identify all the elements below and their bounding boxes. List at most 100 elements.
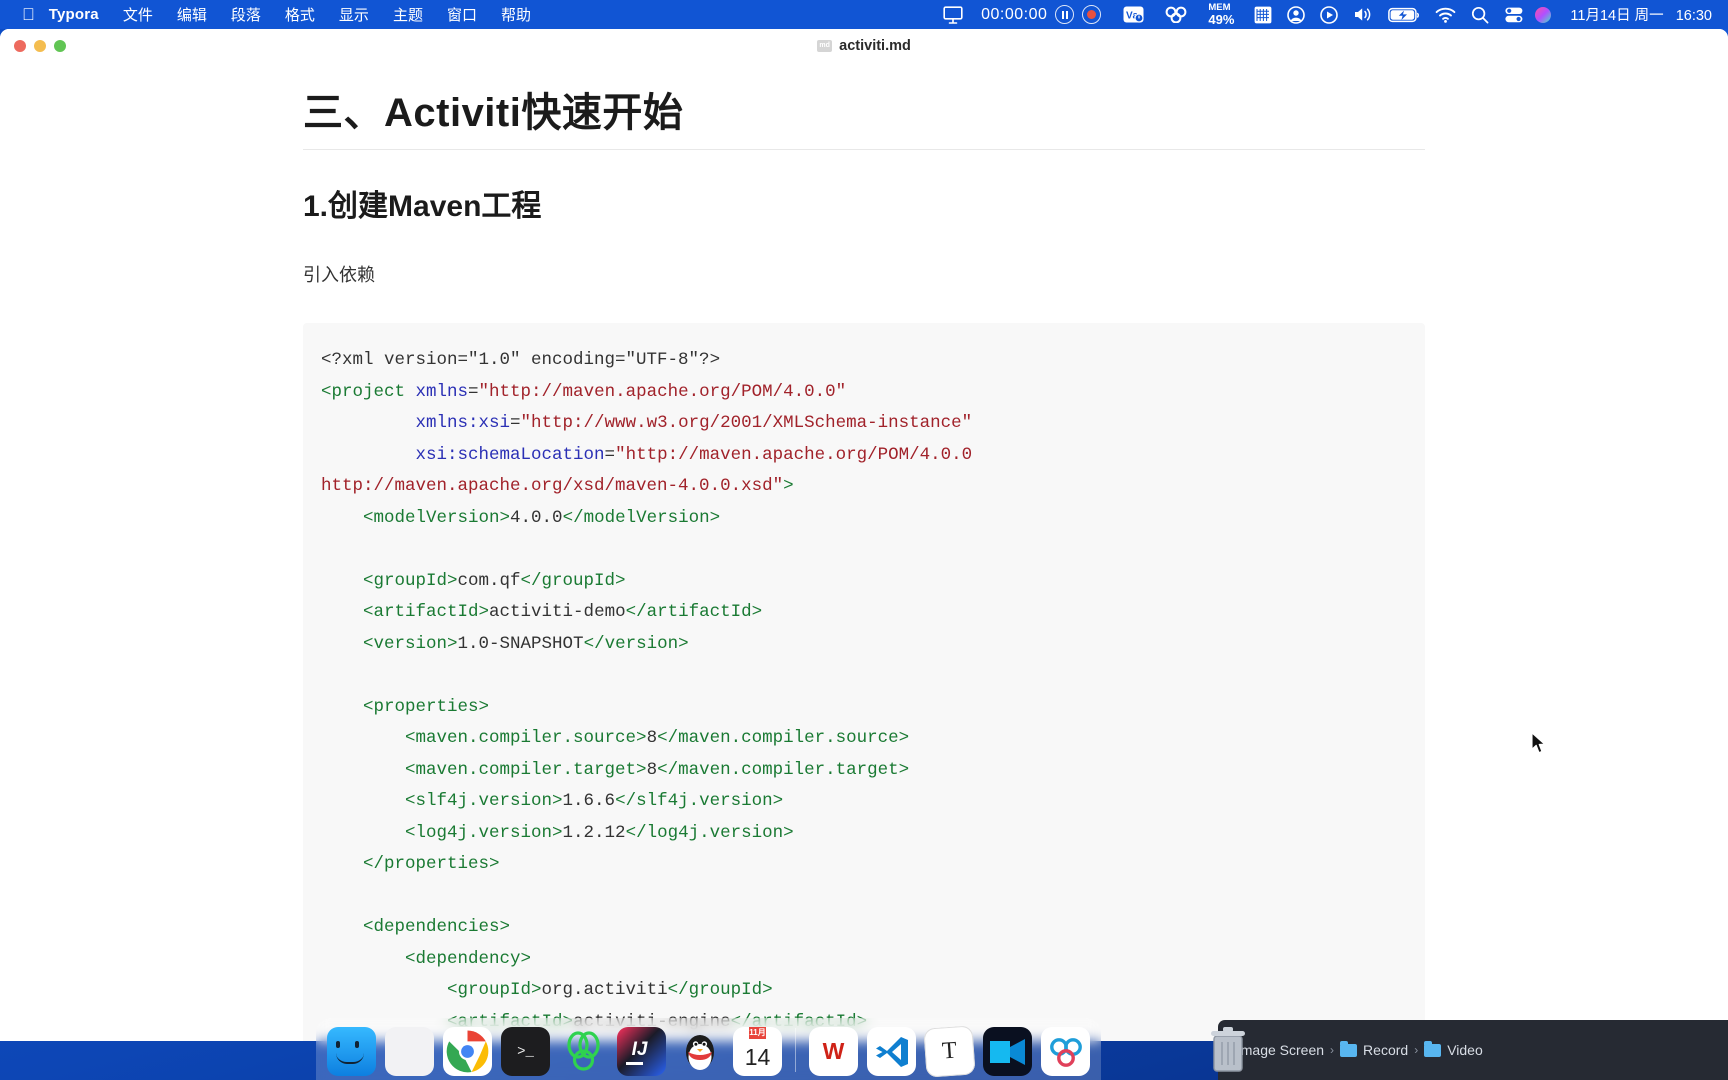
code-token: </maven.compiler.target> — [657, 759, 910, 780]
code-token: </properties> — [363, 854, 500, 874]
code-token: = — [510, 413, 521, 433]
code-token: </modelVersion> — [562, 507, 721, 528]
code-token: <properties> — [363, 696, 490, 717]
code-token: </artifactId> — [625, 602, 763, 622]
menu-item-view[interactable]: 显示 — [339, 4, 369, 25]
code-token: </log4j.version> — [625, 822, 794, 843]
code-token: <groupId> — [363, 570, 458, 591]
code-token: xmlns — [415, 381, 469, 402]
dock-item-chrome[interactable] — [443, 1027, 492, 1076]
memory-value: 49% — [1208, 11, 1235, 27]
breadcrumb-item-1[interactable]: Record — [1363, 1042, 1408, 1058]
menu-item-paragraph[interactable]: 段落 — [231, 4, 261, 25]
control-center-icon[interactable] — [1504, 6, 1524, 24]
vo-app-icon[interactable]: V a — [1123, 6, 1144, 23]
window-titlebar: md activiti.md — [0, 29, 1728, 62]
code-token: "http://maven.apache.org/POM/4.0.0 — [615, 444, 973, 465]
menu-item-help[interactable]: 帮助 — [501, 4, 531, 25]
code-token: <dependency> — [405, 948, 532, 969]
dock-item-finder[interactable] — [327, 1027, 376, 1076]
code-token: xmlns:xsi — [415, 413, 511, 433]
menu-item-format[interactable]: 格式 — [285, 4, 315, 25]
menu-item-window[interactable]: 窗口 — [447, 4, 477, 25]
breadcrumb: Filmage Screen › Record › Video — [1226, 1040, 1483, 1058]
code-token: <slf4j.version> — [405, 791, 563, 811]
code-token: com.qf — [457, 570, 521, 591]
code-token: <maven.compiler.source> — [405, 728, 647, 748]
code-token: <artifactId> — [363, 602, 490, 622]
dock-item-calendar[interactable]: 11月 14 — [733, 1027, 782, 1076]
code-token: <version> — [363, 633, 458, 654]
code-token: </groupId> — [667, 980, 773, 1000]
mouse-pointer-icon — [1531, 732, 1546, 754]
trash-icon[interactable] — [1206, 1024, 1250, 1076]
dock-item-navicat[interactable] — [559, 1027, 608, 1076]
user-account-icon[interactable] — [1287, 5, 1306, 24]
finder-window-strip[interactable]: Filmage Screen › Record › Video — [1218, 1020, 1728, 1080]
menu-time: 16:30 — [1675, 8, 1712, 24]
code-token: </groupId> — [520, 570, 626, 591]
menu-bar:  Typora 文件 编辑 段落 格式 显示 主题 窗口 帮助 00:00:0… — [0, 0, 1728, 29]
record-button-icon[interactable] — [1082, 5, 1102, 24]
code-token: </version> — [583, 633, 689, 654]
dock-item-typora[interactable]: T — [923, 1025, 976, 1078]
breadcrumb-item-2[interactable]: Video — [1447, 1042, 1483, 1058]
code-token: "http://maven.apache.org/POM/4.0.0" — [478, 381, 847, 402]
code-token: <modelVersion> — [363, 507, 511, 528]
volume-icon[interactable] — [1353, 6, 1373, 23]
memory-indicator[interactable]: MEM 49% — [1208, 2, 1235, 27]
menu-date: 11月14日 周一 — [1570, 8, 1664, 24]
calendar-month: 11月 — [749, 1027, 766, 1039]
pause-button-icon[interactable] — [1055, 5, 1075, 24]
document-title: md activiti.md — [817, 38, 911, 54]
code-block-xml[interactable]: <?xml version="1.0" encoding="UTF-8"?> <… — [303, 323, 1425, 1041]
spotlight-search-icon[interactable] — [1471, 6, 1489, 24]
code-token: <log4j.version> — [405, 822, 563, 843]
dock-item-app-extra[interactable] — [1041, 1027, 1090, 1076]
menu-item-theme[interactable]: 主题 — [393, 4, 423, 25]
code-token: 1.0-SNAPSHOT — [457, 633, 584, 654]
dock-item-qq[interactable] — [675, 1027, 724, 1076]
dock-item-wps[interactable]: W — [809, 1027, 858, 1076]
folder-icon — [1424, 1040, 1442, 1057]
menu-app-name[interactable]: Typora — [49, 6, 99, 23]
code-token: http://maven.apache.org/xsd/maven-4.0.0.… — [321, 476, 784, 496]
code-token: </slf4j.version> — [615, 791, 784, 811]
code-token: = — [468, 381, 479, 402]
dock-item-launchpad[interactable] — [385, 1027, 434, 1076]
dock[interactable]: >_ IJ 11月 14 W T — [316, 1018, 1101, 1080]
document-content[interactable]: 三、Activiti快速开始 1.创建Maven工程 引入依赖 <?xml ve… — [0, 62, 1728, 1041]
apple-logo-icon[interactable]:  — [22, 6, 35, 23]
dock-item-filmage[interactable] — [983, 1027, 1032, 1076]
dock-item-intellij-idea[interactable]: IJ — [617, 1027, 666, 1076]
pinyin-input-icon[interactable] — [1254, 6, 1272, 24]
wifi-icon[interactable] — [1435, 7, 1456, 23]
code-token: <maven.compiler.target> — [405, 759, 647, 780]
siri-icon[interactable] — [1534, 6, 1552, 24]
menu-item-edit[interactable]: 编辑 — [177, 4, 207, 25]
minimize-button[interactable] — [34, 39, 46, 52]
maximize-button[interactable] — [54, 39, 66, 52]
menu-item-file[interactable]: 文件 — [123, 4, 153, 25]
presentation-display-icon[interactable] — [943, 5, 963, 24]
menu-clock[interactable]: 11月14日 周一 16:30 — [1570, 4, 1712, 25]
code-token: = — [604, 444, 616, 465]
folder-icon — [1340, 1040, 1358, 1057]
battery-charging-icon[interactable] — [1388, 7, 1420, 23]
dock-item-vscode[interactable] — [867, 1027, 916, 1076]
dock-item-terminal[interactable]: >_ — [501, 1027, 550, 1076]
cloud-sync-icon[interactable] — [1164, 6, 1188, 23]
media-play-icon[interactable] — [1320, 5, 1339, 24]
code-token: </maven.compiler.source> — [657, 728, 910, 748]
close-button[interactable] — [14, 39, 26, 52]
code-token: activiti-demo — [489, 602, 626, 622]
